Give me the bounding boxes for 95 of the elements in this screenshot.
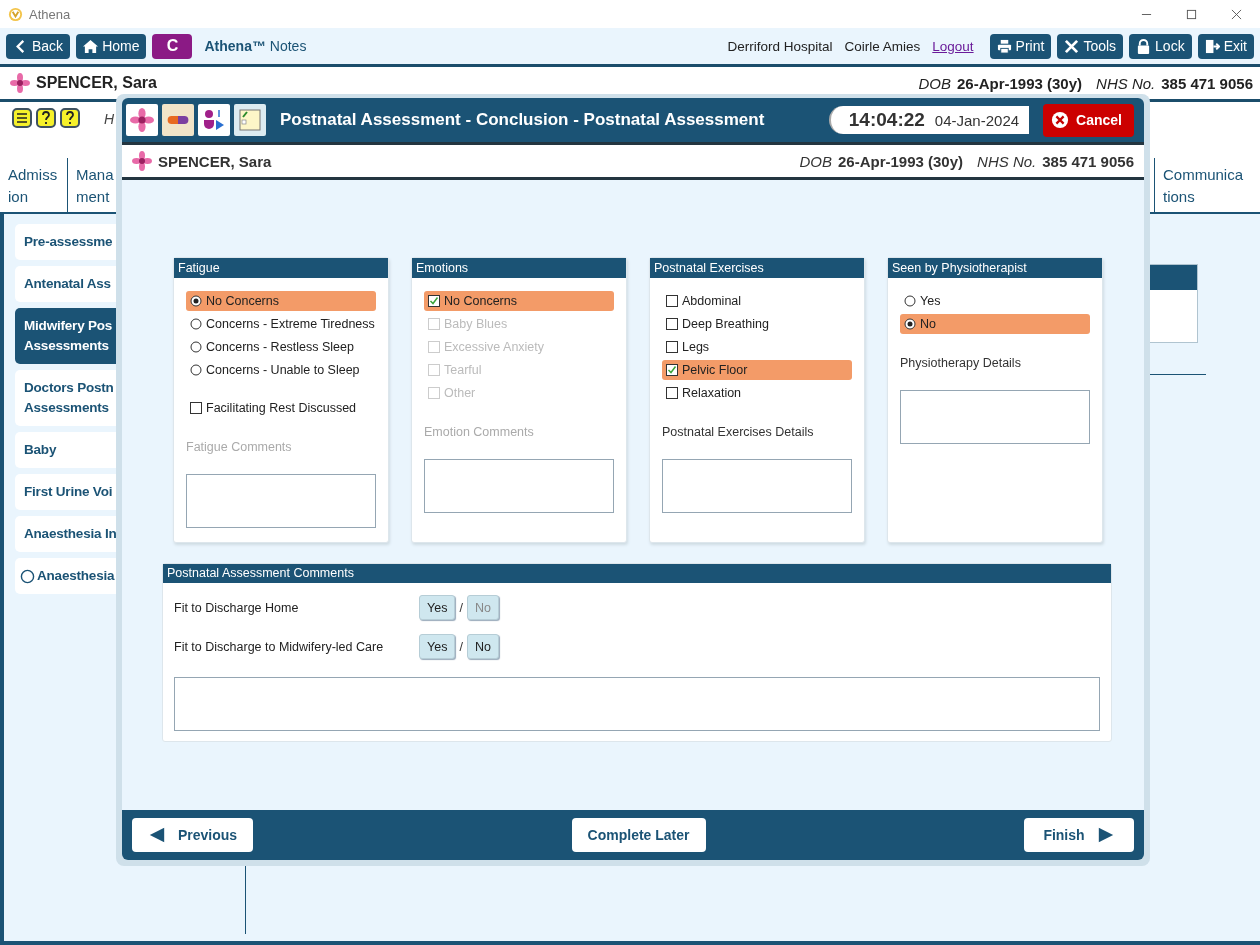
checkbox-icon	[666, 318, 678, 330]
maximize-icon[interactable]	[1186, 8, 1197, 20]
choice-button[interactable]: No	[466, 634, 499, 659]
patient-name: SPENCER, Sara	[158, 152, 272, 170]
section-title: Emotions	[412, 258, 626, 278]
left-arrow-icon	[148, 826, 166, 844]
section-title: Postnatal Exercises	[650, 258, 864, 278]
window-title: Athena	[29, 6, 71, 22]
checkbox-icon	[428, 341, 440, 353]
nhs-label: NHS No.	[1096, 74, 1156, 92]
checkbox-icon	[666, 341, 678, 353]
radio-option[interactable]: No	[900, 314, 1090, 334]
section-title: Seen by Physiotherapist	[888, 258, 1102, 278]
exit-icon	[1204, 38, 1220, 54]
choice-button[interactable]: Yes	[419, 595, 456, 620]
right-arrow-icon	[1096, 826, 1115, 844]
radio-icon	[190, 364, 202, 376]
radio-icon	[904, 295, 916, 307]
radio-icon	[190, 341, 202, 353]
back-button[interactable]: Back	[6, 33, 71, 59]
dob-label: DOB	[799, 152, 832, 170]
dob-label: DOB	[918, 74, 951, 92]
radio-option[interactable]: Yes	[900, 291, 1090, 311]
tab[interactable]: Admiss ion	[0, 158, 68, 212]
help-icon[interactable]	[36, 108, 56, 128]
checkbox-option[interactable]: Relaxation	[662, 383, 852, 403]
app-name: Athena™ Notes	[204, 38, 307, 54]
checkbox-icon	[666, 364, 678, 376]
comments-field[interactable]	[662, 459, 852, 513]
section-title: Postnatal Assessment Comments	[163, 564, 1111, 583]
user-name: Coirle Amies	[844, 38, 921, 54]
close-icon	[1051, 111, 1070, 129]
lock-icon	[1136, 38, 1152, 54]
pill-icon[interactable]	[162, 104, 194, 136]
printer-icon	[996, 38, 1012, 54]
comments-label: Physiotherapy Details	[900, 356, 1022, 370]
flower-icon[interactable]	[126, 104, 158, 136]
comments-label: Postnatal Exercises Details	[662, 425, 815, 439]
nhs-value: 385 471 9056	[1161, 74, 1253, 92]
radio-icon	[904, 318, 916, 330]
header-text: H	[104, 111, 115, 127]
tab[interactable]: Communica tions	[1154, 158, 1260, 212]
flower-icon	[132, 151, 152, 171]
flower-icon	[10, 73, 30, 93]
nhs-value: 385 471 9056	[1042, 152, 1134, 170]
previous-button[interactable]: Previous	[132, 818, 254, 852]
comments-field[interactable]	[186, 474, 376, 528]
question-label: Fit to Discharge to Midwifery-led Care	[174, 639, 385, 654]
radio-icon	[20, 568, 35, 584]
checkbox-icon	[666, 387, 678, 399]
checkbox-icon	[428, 387, 440, 399]
checkbox-option[interactable]: Legs	[662, 337, 852, 357]
radio-icon	[190, 318, 202, 330]
lock-button[interactable]: Lock	[1129, 33, 1192, 59]
letter-button[interactable]: C	[152, 33, 193, 59]
checkbox-option[interactable]: Pelvic Floor	[662, 360, 852, 380]
separator-text: /	[459, 639, 463, 654]
checkbox-icon	[428, 295, 440, 307]
checkbox-option[interactable]: Abdominal	[662, 291, 852, 311]
help-icon[interactable]	[60, 108, 80, 128]
checkbox-icon	[428, 364, 440, 376]
hospital-name: Derriford Hospital	[727, 38, 833, 54]
tools-button[interactable]: Tools	[1057, 33, 1124, 59]
close-icon[interactable]	[1231, 8, 1242, 20]
comments-field[interactable]	[900, 390, 1090, 444]
radio-option[interactable]: No Concerns	[186, 291, 376, 311]
checkbox-icon	[428, 318, 440, 330]
dob-value: 26-Apr-1993 (30y)	[838, 152, 964, 170]
nhs-label: NHS No.	[977, 152, 1037, 170]
choice-button[interactable]: Yes	[419, 634, 456, 659]
comments-field[interactable]	[174, 677, 1100, 731]
alert-icon[interactable]	[12, 108, 32, 128]
complete-later-button[interactable]: Complete Later	[571, 818, 706, 852]
radio-icon	[190, 295, 202, 307]
checkbox-icon	[666, 295, 678, 307]
date-time-display: 14:04:22 04-Jan-2024	[828, 106, 1030, 134]
checkbox-option[interactable]: No Concerns	[424, 291, 614, 311]
section-title: Fatigue	[174, 258, 388, 278]
exit-button[interactable]: Exit	[1197, 33, 1254, 59]
cancel-button[interactable]: Cancel	[1043, 103, 1134, 137]
comments-label: Emotion Comments	[424, 425, 535, 439]
dob-value: 26-Apr-1993 (30y)	[957, 74, 1083, 92]
separator-text: /	[459, 600, 463, 615]
checkbox-icon	[190, 402, 202, 414]
patient-name: SPENCER, Sara	[36, 74, 157, 92]
home-button[interactable]: Home	[76, 33, 147, 59]
finish-button[interactable]: Finish	[1024, 818, 1134, 852]
dialog-title: Postnatal Assessment - Conclusion - Postnatal Assessment	[280, 110, 765, 130]
print-button[interactable]: Print	[989, 33, 1052, 59]
logout-link[interactable]: Logout	[932, 38, 974, 54]
checkbox-option[interactable]: Deep Breathing	[662, 314, 852, 334]
home-icon	[83, 38, 99, 54]
comments-field[interactable]	[424, 459, 614, 513]
question-label: Fit to Discharge Home	[174, 600, 300, 615]
app-logo-icon	[8, 6, 23, 22]
